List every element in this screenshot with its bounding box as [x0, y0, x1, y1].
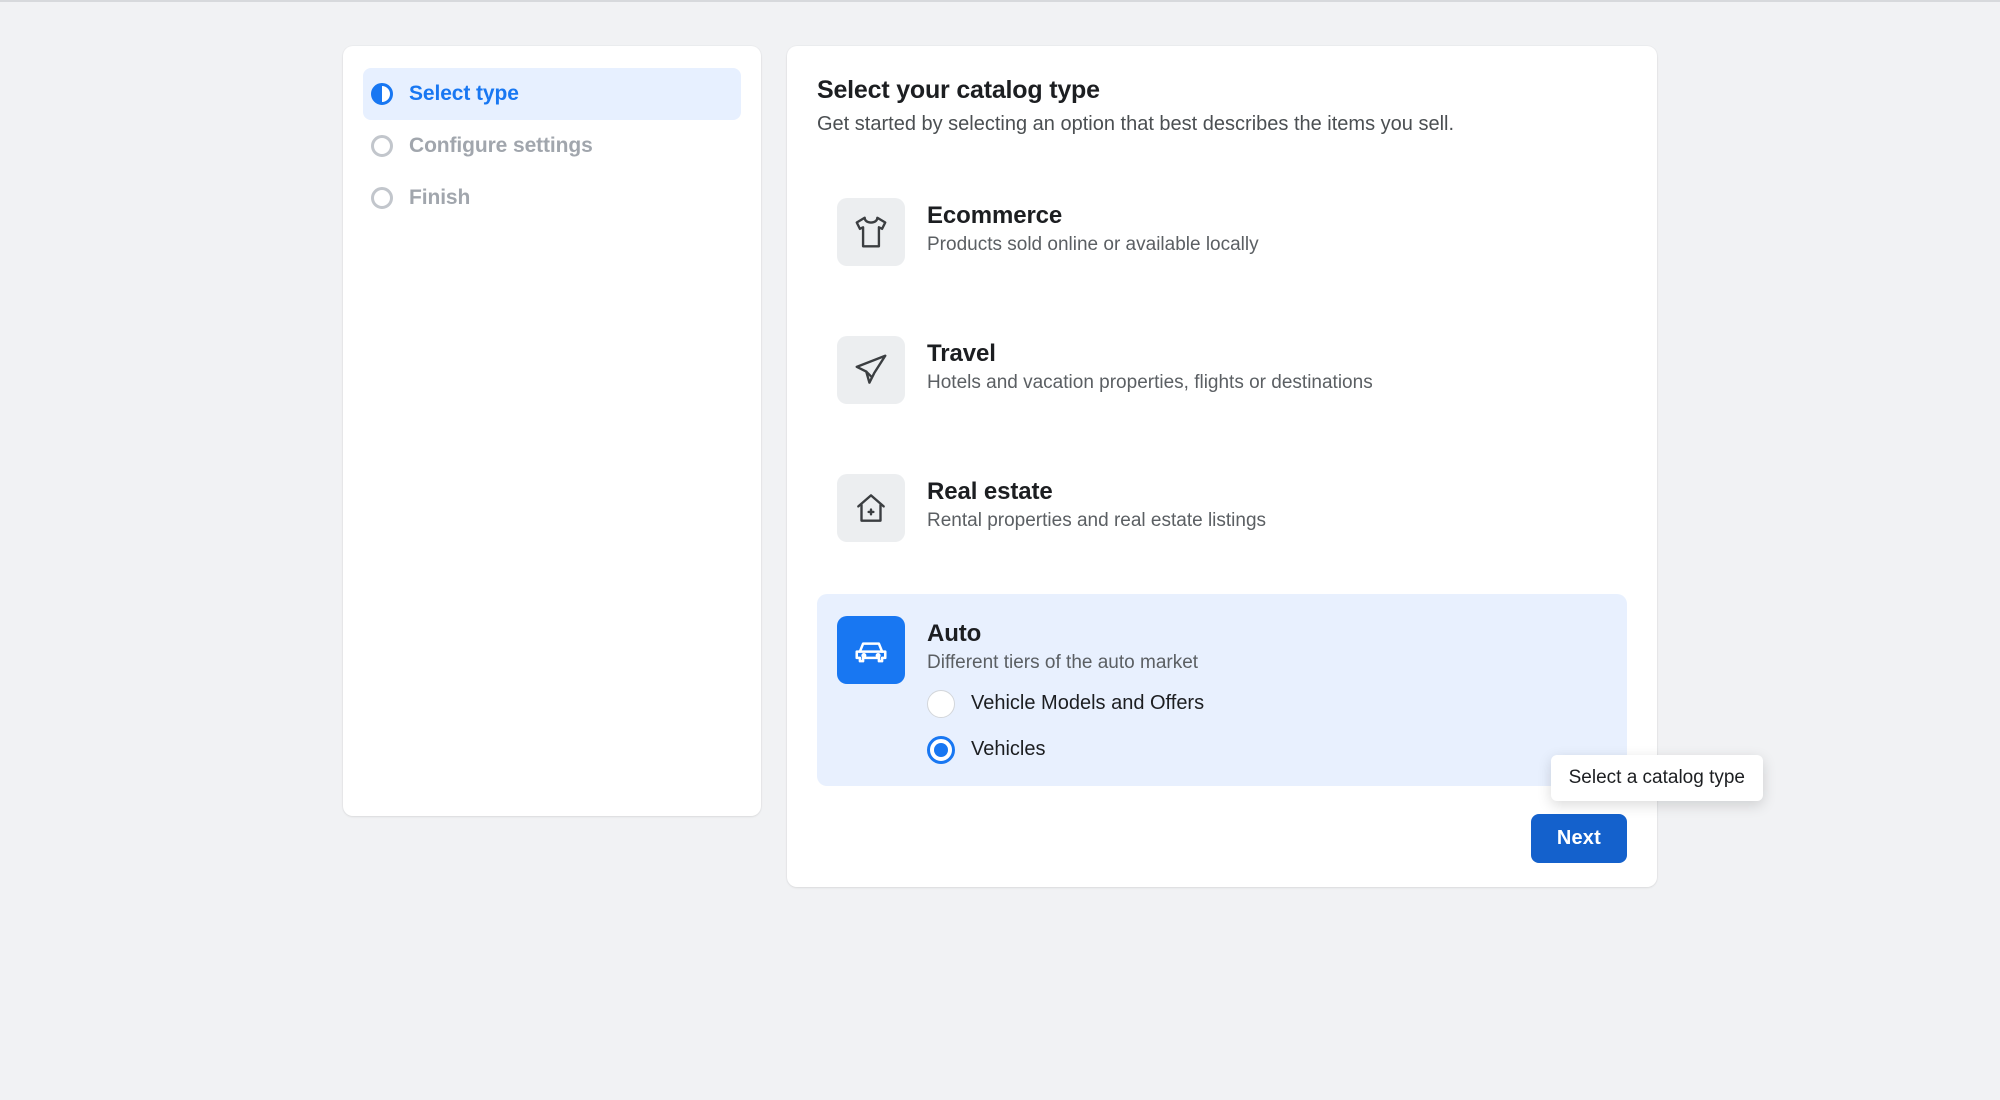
next-button[interactable]: Next	[1531, 814, 1627, 863]
wizard-step-finish[interactable]: Finish	[363, 172, 741, 224]
wizard-step-select-type[interactable]: Select type	[363, 68, 741, 120]
page-subtitle: Get started by selecting an option that …	[817, 111, 1627, 138]
step-progress-icon	[371, 83, 393, 105]
page-title: Select your catalog type	[817, 76, 1627, 105]
step-progress-icon	[371, 135, 393, 157]
radio-icon	[927, 736, 955, 764]
option-ecommerce[interactable]: Ecommerce Products sold online or availa…	[817, 180, 1627, 284]
wizard-step-configure-settings[interactable]: Configure settings	[363, 120, 741, 172]
airplane-icon	[837, 336, 905, 404]
house-icon	[837, 474, 905, 542]
option-title: Real estate	[927, 478, 1266, 506]
radio-vehicle-models-and-offers[interactable]: Vehicle Models and Offers	[927, 690, 1204, 718]
option-text: Auto Different tiers of the auto market …	[927, 616, 1204, 764]
tshirt-icon	[837, 198, 905, 266]
radio-label: Vehicle Models and Offers	[971, 692, 1204, 715]
option-text: Real estate Rental properties and real e…	[927, 474, 1266, 534]
wizard-step-label: Configure settings	[409, 134, 593, 158]
step-progress-icon	[371, 187, 393, 209]
option-text: Travel Hotels and vacation properties, f…	[927, 336, 1373, 396]
radio-label: Vehicles	[971, 738, 1046, 761]
option-desc: Different tiers of the auto market	[927, 650, 1204, 676]
option-text: Ecommerce Products sold online or availa…	[927, 198, 1259, 258]
option-real-estate[interactable]: Real estate Rental properties and real e…	[817, 456, 1627, 560]
wizard-steps-sidebar: Select type Configure settings Finish	[343, 46, 761, 816]
option-desc: Products sold online or available locall…	[927, 232, 1259, 258]
option-title: Auto	[927, 620, 1204, 648]
footer-actions: Next	[817, 814, 1627, 863]
wizard-step-label: Select type	[409, 82, 519, 106]
page-container: Select type Configure settings Finish Se…	[0, 2, 2000, 887]
wizard-step-label: Finish	[409, 186, 470, 210]
option-title: Travel	[927, 340, 1373, 368]
option-desc: Hotels and vacation properties, flights …	[927, 370, 1373, 396]
option-auto[interactable]: Auto Different tiers of the auto market …	[817, 594, 1627, 786]
next-button-tooltip: Select a catalog type	[1551, 755, 1763, 801]
car-icon	[837, 616, 905, 684]
option-travel[interactable]: Travel Hotels and vacation properties, f…	[817, 318, 1627, 422]
auto-subtype-radios: Vehicle Models and Offers Vehicles	[927, 690, 1204, 764]
option-title: Ecommerce	[927, 202, 1259, 230]
catalog-type-options: Ecommerce Products sold online or availa…	[817, 180, 1627, 786]
radio-vehicles[interactable]: Vehicles	[927, 736, 1204, 764]
option-desc: Rental properties and real estate listin…	[927, 508, 1266, 534]
radio-icon	[927, 690, 955, 718]
main-panel: Select your catalog type Get started by …	[787, 46, 1657, 887]
